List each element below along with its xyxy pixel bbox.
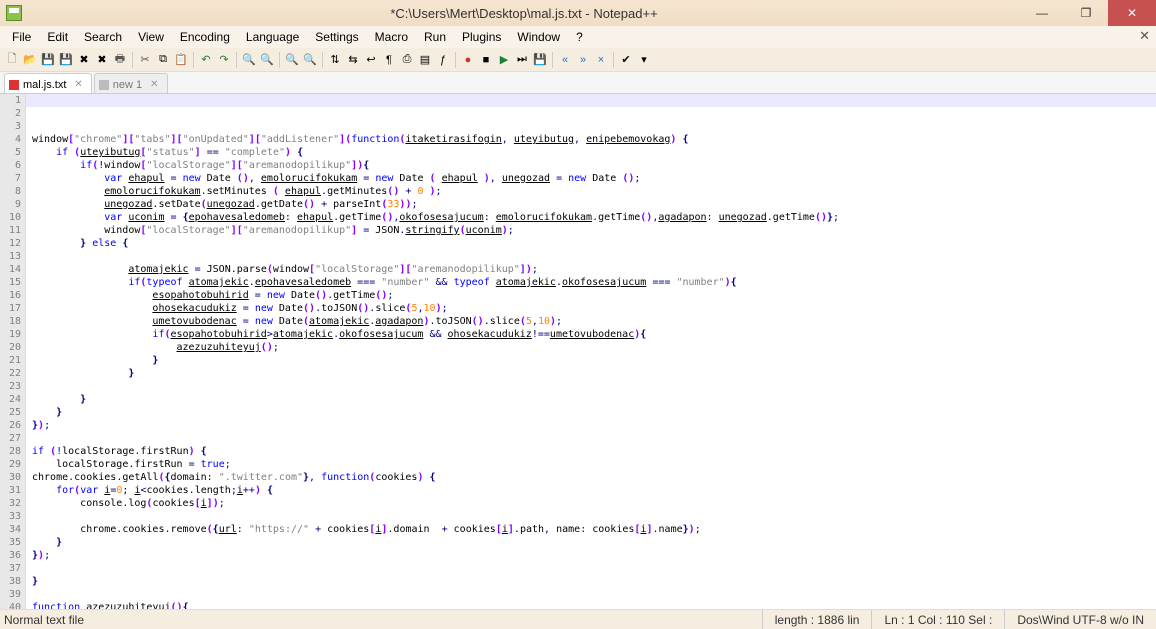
tab-label: new 1	[113, 79, 142, 91]
menu-settings[interactable]: Settings	[307, 28, 366, 46]
menu-help[interactable]: ?	[568, 28, 591, 46]
tab-mal-js-txt[interactable]: mal.js.txt ✕	[4, 73, 92, 93]
menu-language[interactable]: Language	[238, 28, 307, 46]
menu-encoding[interactable]: Encoding	[172, 28, 238, 46]
save-icon[interactable]: 💾	[40, 52, 56, 68]
macro-record-icon[interactable]: ●	[460, 52, 476, 68]
code-view[interactable]: window["chrome"]["tabs"]["onUpdated"]["a…	[26, 94, 1156, 609]
save-all-icon[interactable]: 💾	[58, 52, 74, 68]
next-misspell-icon[interactable]: ▾	[636, 52, 652, 68]
current-line-highlight	[26, 94, 1156, 107]
modified-indicator-icon	[9, 80, 19, 90]
indent-guide-icon[interactable]: ⎙	[399, 52, 415, 68]
indent-icon[interactable]: »	[575, 52, 591, 68]
tab-close-icon[interactable]: ✕	[150, 79, 158, 90]
func-list-icon[interactable]: ƒ	[435, 52, 451, 68]
window-title: *C:\Users\Mert\Desktop\mal.js.txt - Note…	[28, 6, 1020, 21]
sync-v-icon[interactable]: ⇅	[327, 52, 343, 68]
new-file-icon[interactable]: 🗋	[4, 52, 20, 68]
status-encoding: Dos\Wind UTF-8 w/o IN	[1004, 610, 1156, 629]
macro-save-icon[interactable]: 💾	[532, 52, 548, 68]
replace-icon[interactable]: 🔍	[259, 52, 275, 68]
spellcheck-icon[interactable]: ✔	[618, 52, 634, 68]
sync-h-icon[interactable]: ⇆	[345, 52, 361, 68]
unmodified-indicator-icon	[99, 80, 109, 90]
menu-window[interactable]: Window	[509, 28, 568, 46]
tab-close-icon[interactable]: ✕	[74, 79, 82, 90]
cut-icon[interactable]: ✂	[137, 52, 153, 68]
find-icon[interactable]: 🔍	[241, 52, 257, 68]
paste-icon[interactable]: 📋	[173, 52, 189, 68]
doc-map-icon[interactable]: ▤	[417, 52, 433, 68]
convert-icon[interactable]: ×	[593, 52, 609, 68]
status-length: length : 1886 lin	[762, 610, 872, 629]
redo-icon[interactable]: ↷	[216, 52, 232, 68]
toolbar: 🗋 📂 💾 💾 ✖ ✖ 🖶 ✂ ⧉ 📋 ↶ ↷ 🔍 🔍 🔍 🔍 ⇅ ⇆ ↩ ¶ …	[0, 48, 1156, 72]
wordwrap-icon[interactable]: ↩	[363, 52, 379, 68]
macro-play-icon[interactable]: ▶	[496, 52, 512, 68]
window-controls: — ❐ ✕	[1020, 0, 1156, 26]
open-file-icon[interactable]: 📂	[22, 52, 38, 68]
zoom-in-icon[interactable]: 🔍	[284, 52, 300, 68]
menu-bar: File Edit Search View Encoding Language …	[0, 26, 1156, 48]
document-tabs: mal.js.txt ✕ new 1 ✕	[0, 72, 1156, 94]
app-icon	[6, 5, 22, 21]
menu-macro[interactable]: Macro	[367, 28, 416, 46]
undo-icon[interactable]: ↶	[198, 52, 214, 68]
macro-stop-icon[interactable]: ■	[478, 52, 494, 68]
macro-multi-icon[interactable]: ⏭	[514, 52, 530, 68]
allchars-icon[interactable]: ¶	[381, 52, 397, 68]
menu-search[interactable]: Search	[76, 28, 130, 46]
menu-edit[interactable]: Edit	[39, 28, 76, 46]
close-button[interactable]: ✕	[1108, 0, 1156, 26]
close-all-icon[interactable]: ✖	[94, 52, 110, 68]
line-number-gutter: 1 2 3 4 5 6 7 8 9 10 11 12 13 14 15 16 1…	[0, 94, 26, 609]
title-bar: *C:\Users\Mert\Desktop\mal.js.txt - Note…	[0, 0, 1156, 26]
tab-label: mal.js.txt	[23, 79, 66, 91]
close-file-icon[interactable]: ✖	[76, 52, 92, 68]
status-cursor: Ln : 1 Col : 110 Sel :	[871, 610, 1004, 629]
editor-area[interactable]: 1 2 3 4 5 6 7 8 9 10 11 12 13 14 15 16 1…	[0, 94, 1156, 609]
mdi-close-icon[interactable]: ✕	[1139, 28, 1150, 44]
copy-icon[interactable]: ⧉	[155, 52, 171, 68]
zoom-out-icon[interactable]: 🔍	[302, 52, 318, 68]
menu-run[interactable]: Run	[416, 28, 454, 46]
print-icon[interactable]: 🖶	[112, 52, 128, 68]
outdent-icon[interactable]: «	[557, 52, 573, 68]
status-bar: Normal text file length : 1886 lin Ln : …	[0, 609, 1156, 629]
maximize-button[interactable]: ❐	[1064, 0, 1108, 26]
menu-file[interactable]: File	[4, 28, 39, 46]
menu-plugins[interactable]: Plugins	[454, 28, 509, 46]
tab-new-1[interactable]: new 1 ✕	[94, 73, 168, 93]
minimize-button[interactable]: —	[1020, 0, 1064, 26]
menu-view[interactable]: View	[130, 28, 172, 46]
status-language: Normal text file	[0, 613, 762, 627]
